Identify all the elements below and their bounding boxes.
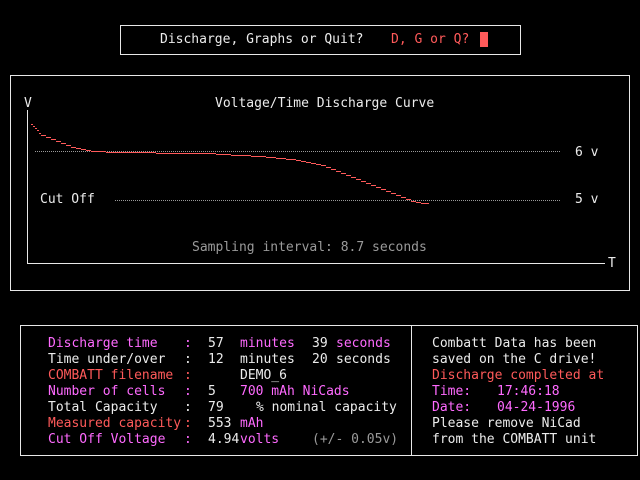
- status-saved-line2: saved on the C drive!: [432, 352, 597, 367]
- total-capacity-value: 79: [208, 400, 224, 415]
- measured-capacity-unit: mAh: [240, 416, 264, 431]
- status-completed: Discharge completed at: [432, 368, 605, 383]
- discharge-time-unit: minutes: [240, 336, 295, 351]
- report-divider: [411, 325, 412, 456]
- cutoff-voltage-value: 4.94: [208, 432, 240, 447]
- combatt-filename-label: COMBATT filename: [48, 368, 174, 383]
- time-under-over-value: 12: [208, 352, 224, 367]
- cutoff-voltage-label: Cut Off Voltage: [48, 432, 166, 447]
- cutoff-voltage-separator: :: [184, 432, 192, 447]
- time-under-over-unit: minutes: [240, 352, 295, 367]
- status-remove-line1: Please remove NiCad: [432, 416, 581, 431]
- discharge-time-value-2: 39: [312, 336, 328, 351]
- number-of-cells-value: 5: [208, 384, 216, 399]
- cutoff-voltage-unit: volts: [240, 432, 280, 447]
- number-of-cells-label: Number of cells: [48, 384, 166, 399]
- status-time-label: Time:: [432, 384, 472, 399]
- number-of-cells-separator: :: [184, 384, 192, 399]
- time-under-over-separator: :: [184, 352, 192, 367]
- sampling-interval: Sampling interval: 8.7 seconds: [192, 240, 427, 255]
- time-under-over-value-2: 20: [312, 352, 328, 367]
- measured-capacity-label: Measured capacity: [48, 416, 182, 431]
- combatt-filename-value: DEMO_6: [240, 368, 287, 383]
- status-date-label: Date:: [432, 400, 472, 415]
- cutoff-voltage-tolerance: (+/- 0.05v): [312, 432, 399, 447]
- discharge-time-label: Discharge time: [48, 336, 158, 351]
- combatt-filename-separator: :: [184, 368, 192, 383]
- time-under-over-label: Time under/over: [48, 352, 166, 367]
- status-saved-line1: Combatt Data has been: [432, 336, 597, 351]
- discharge-time-value: 57: [208, 336, 224, 351]
- total-capacity-unit: % nominal capacity: [256, 400, 397, 415]
- number-of-cells-unit: 700 mAh NiCads: [240, 384, 350, 399]
- measured-capacity-separator: :: [184, 416, 192, 431]
- total-capacity-label: Total Capacity: [48, 400, 158, 415]
- status-time-value: 17:46:18: [497, 384, 560, 399]
- time-under-over-unit-2: seconds: [336, 352, 391, 367]
- discharge-time-separator: :: [184, 336, 192, 351]
- measured-capacity-value: 553: [208, 416, 232, 431]
- total-capacity-separator: :: [184, 400, 192, 415]
- status-date-value: 04-24-1996: [497, 400, 576, 415]
- status-remove-line2: from the COMBATT unit: [432, 432, 597, 447]
- discharge-time-unit-2: seconds: [336, 336, 391, 351]
